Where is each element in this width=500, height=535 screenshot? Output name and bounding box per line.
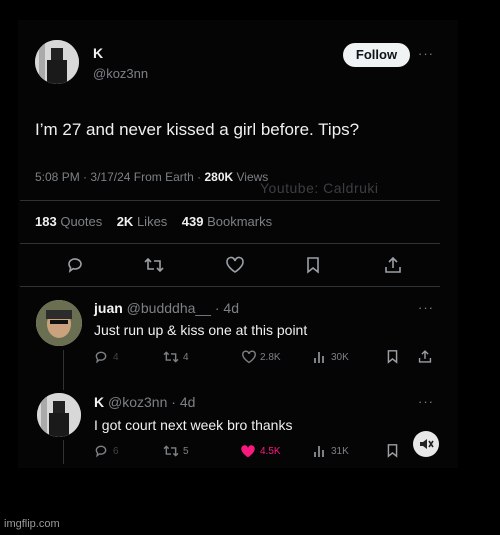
quotes-count: 183 xyxy=(35,214,57,229)
reply-age[interactable]: 4d xyxy=(180,394,196,410)
reply-header: juan @budddha__ · 4d xyxy=(94,300,239,316)
like-icon-active[interactable] xyxy=(239,444,257,459)
more-options-icon[interactable]: ··· xyxy=(418,394,434,409)
follow-button[interactable]: Follow xyxy=(343,43,410,67)
tweet-text: I’m 27 and never kissed a girl before. T… xyxy=(35,120,360,139)
more-options-icon[interactable]: ··· xyxy=(418,300,434,315)
views-icon[interactable] xyxy=(313,350,327,364)
tweet-source: From Earth xyxy=(133,170,194,184)
tweet-meta: 5:08 PM · 3/17/24 From Earth · 280K View… xyxy=(35,170,269,184)
divider xyxy=(20,200,440,201)
share-icon[interactable] xyxy=(384,256,402,274)
bookmarks-count: 439 xyxy=(181,214,204,229)
reply-text: I got court next week bro thanks xyxy=(94,417,293,433)
tweet-date[interactable]: 3/17/24 xyxy=(90,170,130,184)
tweet-card xyxy=(18,20,458,468)
reply-icon[interactable] xyxy=(94,350,108,364)
views-icon[interactable] xyxy=(313,444,327,458)
handle[interactable]: @koz3nn xyxy=(93,66,148,81)
quotes-stat[interactable]: 183 Quotes xyxy=(35,214,102,229)
tweet-time[interactable]: 5:08 PM xyxy=(35,170,80,184)
footer-watermark: imgflip.com xyxy=(4,518,60,530)
reply-count: 6 xyxy=(113,446,119,457)
thread-line xyxy=(63,350,64,390)
like-count: 4.5K xyxy=(260,446,281,457)
bookmarks-label: Bookmarks xyxy=(207,214,273,229)
avatar[interactable] xyxy=(35,40,79,84)
more-options-icon[interactable]: ··· xyxy=(418,46,434,61)
handle[interactable]: @budddha__ xyxy=(127,300,211,316)
engagement-stats: 183 Quotes 2K Likes 439 Bookmarks xyxy=(35,214,272,229)
divider xyxy=(20,286,440,287)
reply-text: Just run up & kiss one at this point xyxy=(94,322,308,338)
likes-count: 2K xyxy=(116,214,134,229)
like-icon[interactable] xyxy=(225,256,245,274)
reply-icon[interactable] xyxy=(94,444,108,458)
reply-age[interactable]: 4d xyxy=(223,300,239,316)
reply-icon[interactable] xyxy=(66,256,84,274)
retweet-icon[interactable] xyxy=(144,256,164,274)
reply-header: K @koz3nn · 4d xyxy=(94,394,196,410)
bookmark-icon[interactable] xyxy=(305,256,321,274)
likes-stat[interactable]: 2K Likes xyxy=(117,214,168,229)
retweet-count: 5 xyxy=(183,446,189,457)
views-count: 280K xyxy=(204,170,234,184)
likes-label: Likes xyxy=(136,214,168,229)
reply-count: 4 xyxy=(113,352,119,363)
thread-line xyxy=(63,440,64,464)
display-name[interactable]: K xyxy=(94,394,104,410)
view-count: 30K xyxy=(331,352,349,363)
bookmark-icon[interactable] xyxy=(386,349,399,364)
handle[interactable]: @koz3nn xyxy=(108,394,167,410)
retweet-icon[interactable] xyxy=(163,350,179,364)
watermark-text: Youtube: Caldruki xyxy=(260,180,379,196)
like-count: 2.8K xyxy=(260,352,281,363)
quotes-label: Quotes xyxy=(60,214,103,229)
speaker-muted-icon xyxy=(420,439,434,449)
retweet-icon[interactable] xyxy=(163,444,179,458)
avatar[interactable] xyxy=(36,300,82,346)
retweet-count: 4 xyxy=(183,352,189,363)
mute-button[interactable] xyxy=(413,431,439,457)
display-name[interactable]: K xyxy=(93,45,103,61)
bookmarks-stat[interactable]: 439 Bookmarks xyxy=(182,214,272,229)
view-count: 31K xyxy=(331,446,349,457)
like-icon[interactable] xyxy=(241,350,257,364)
divider xyxy=(20,243,440,244)
avatar[interactable] xyxy=(37,393,81,437)
share-icon[interactable] xyxy=(418,349,432,364)
display-name[interactable]: juan xyxy=(94,300,123,316)
bookmark-icon[interactable] xyxy=(386,443,399,458)
